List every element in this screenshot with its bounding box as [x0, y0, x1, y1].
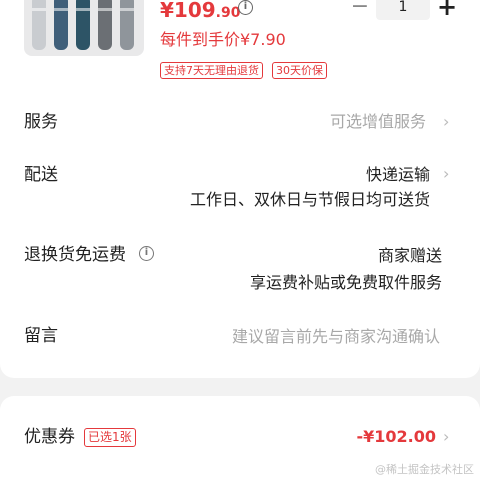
price-symbol: ¥: [160, 0, 174, 22]
order-card: ¥109.90 i − 1 + 每件到手价¥7.90 支持7天无理由退货 30天…: [0, 0, 480, 378]
product-price: ¥109.90: [160, 0, 240, 25]
promo-price: 每件到手价¥7.90: [160, 30, 286, 49]
sock-image: [120, 0, 134, 50]
sock-image: [98, 0, 112, 50]
chevron-right-icon[interactable]: ›: [443, 427, 455, 447]
delivery-value[interactable]: 快递运输: [366, 163, 430, 187]
watermark: @稀土掘金技术社区: [375, 463, 474, 476]
sock-image: [76, 0, 90, 50]
delivery-label: 配送: [24, 165, 58, 185]
increase-quantity-button[interactable]: +: [436, 0, 458, 20]
price-decimal: .90: [215, 5, 241, 21]
coupon-selected-badge: 已选1张: [84, 428, 136, 447]
sock-image: [32, 0, 46, 50]
chevron-right-icon[interactable]: ›: [443, 164, 455, 184]
service-label: 服务: [24, 112, 58, 132]
return-policy-tag: 支持7天无理由退货: [160, 62, 263, 79]
product-thumbnail[interactable]: [24, 0, 144, 56]
returns-label: 退换货免运费: [24, 245, 126, 265]
decrease-quantity-button[interactable]: −: [350, 0, 370, 18]
coupon-label: 优惠券: [24, 427, 75, 447]
coupon-amount[interactable]: -¥102.00: [356, 425, 436, 449]
price-integer: 109: [173, 0, 216, 22]
returns-value: 商家赠送: [377, 246, 442, 265]
returns-subtext: 享运费补贴或免费取件服务: [249, 273, 442, 292]
info-icon[interactable]: i: [139, 246, 154, 261]
info-icon[interactable]: i: [238, 0, 253, 15]
sock-image: [54, 0, 68, 50]
quantity-input[interactable]: 1: [376, 0, 430, 20]
price-protection-tag: 30天价保: [272, 62, 327, 79]
delivery-subtext: 工作日、双休日与节假日均可送货: [189, 190, 430, 209]
message-input[interactable]: 建议留言前先与商家沟通确认: [232, 325, 440, 349]
chevron-right-icon[interactable]: ›: [443, 112, 455, 132]
service-value[interactable]: 可选增值服务: [330, 110, 426, 134]
message-label: 留言: [24, 326, 58, 346]
